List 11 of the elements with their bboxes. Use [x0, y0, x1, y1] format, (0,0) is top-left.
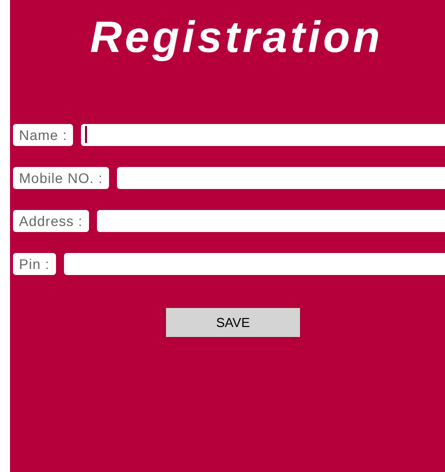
- text-cursor: [85, 126, 88, 143]
- save-button[interactable]: SAVE: [166, 308, 300, 337]
- input-field[interactable]: [64, 252, 445, 274]
- input-field[interactable]: [96, 210, 445, 232]
- page-title: Registration: [90, 14, 383, 62]
- field-label: Address :: [13, 210, 89, 232]
- field-label: Pin :: [13, 252, 56, 274]
- field-label: Mobile NO. :: [13, 166, 109, 188]
- input-field[interactable]: [81, 124, 445, 146]
- input-field[interactable]: [116, 166, 445, 188]
- field-label: Name :: [13, 124, 74, 146]
